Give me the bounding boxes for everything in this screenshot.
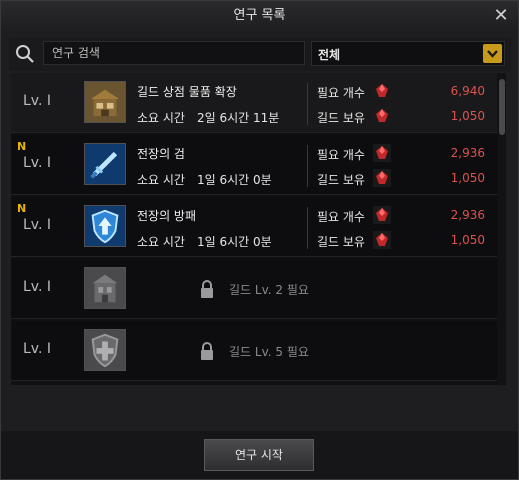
divider: [307, 145, 308, 187]
time-label: 소요 시간: [137, 173, 185, 187]
research-name: 길드 상점 물품 확장: [137, 85, 237, 99]
divider: [307, 207, 308, 249]
cost-owned-label: 길드 보유: [317, 173, 365, 187]
guild-shop-icon: [84, 81, 126, 123]
guild-gem-icon: [373, 82, 391, 100]
guild-gem-icon: [373, 107, 391, 125]
cost-owned-value: 1,050: [450, 171, 485, 185]
research-name: 전장의 검: [137, 147, 185, 161]
research-list-window: 연구 목록 ✕ 전체 Lv. I 길드 상점: [0, 0, 519, 480]
research-level: Lv. I: [23, 279, 52, 295]
research-level: Lv. I: [23, 93, 52, 109]
guild-gem-icon: [373, 206, 391, 224]
search-input[interactable]: [43, 41, 305, 65]
time-value: 1일 6시간 0분: [197, 235, 272, 249]
filter-selected: 전체: [318, 48, 341, 62]
research-level: Lv. I: [23, 155, 52, 171]
list-item[interactable]: Lv. I 길드 Lv. 2 필요: [11, 259, 497, 319]
research-level: Lv. I: [23, 217, 52, 233]
time-value: 2일 6시간 11분: [197, 111, 280, 125]
search-icon: [16, 45, 34, 63]
cost-owned-label: 길드 보유: [317, 111, 365, 125]
cost-owned-label: 길드 보유: [317, 235, 365, 249]
shield-arrow-icon: [84, 205, 126, 247]
start-research-button[interactable]: 연구 시작: [204, 439, 314, 471]
window-title: 연구 목록: [233, 8, 286, 23]
cost-required-label: 필요 개수: [317, 86, 365, 100]
list-item[interactable]: N Lv. I 전장의 검 소요 시간 1일 6시간 0분 필요 개수 2,93…: [11, 135, 497, 195]
lock-icon: [201, 280, 213, 298]
cost-required-label: 필요 개수: [317, 148, 365, 162]
building-icon: [84, 267, 126, 309]
research-name: 전장의 방패: [137, 209, 197, 223]
filter-dropdown[interactable]: 전체: [311, 41, 505, 66]
cost-owned-value: 1,050: [450, 109, 485, 123]
cost-required-value: 6,940: [450, 84, 485, 98]
list-item[interactable]: Lv. I 길드 Lv. 5 필요: [11, 321, 497, 381]
cost-required-value: 2,936: [450, 146, 485, 160]
cost-required-label: 필요 개수: [317, 210, 365, 224]
guild-gem-icon: [373, 169, 391, 187]
guild-gem-icon: [373, 144, 391, 162]
chevron-down-icon: [483, 44, 502, 63]
time-label: 소요 시간: [137, 235, 185, 249]
guild-gem-icon: [373, 231, 391, 249]
list-item[interactable]: N Lv. I 전장의 방패 소요 시간 1일 6시간 0분 필요 개수 2,9…: [11, 197, 497, 257]
close-icon[interactable]: ✕: [492, 7, 510, 25]
divider: [307, 83, 308, 125]
list-item[interactable]: Lv. I 길드 상점 물품 확장 소요 시간 2일 6시간 11분 필요 개수…: [11, 73, 497, 133]
cross-shield-icon: [84, 329, 126, 371]
titlebar: 연구 목록 ✕: [1, 1, 518, 33]
scrollbar-thumb[interactable]: [499, 79, 505, 135]
search-bar: 전체: [9, 37, 511, 71]
lock-requirement: 길드 Lv. 5 필요: [229, 345, 309, 359]
cost-owned-value: 1,050: [450, 233, 485, 247]
lock-requirement: 길드 Lv. 2 필요: [229, 283, 309, 297]
research-level: Lv. I: [23, 341, 52, 357]
cost-required-value: 2,936: [450, 208, 485, 222]
new-badge: N: [17, 202, 27, 215]
lock-icon: [201, 342, 213, 360]
research-list: Lv. I 길드 상점 물품 확장 소요 시간 2일 6시간 11분 필요 개수…: [11, 73, 506, 385]
new-badge: N: [17, 140, 27, 153]
time-value: 1일 6시간 0분: [197, 173, 272, 187]
sword-icon: [84, 143, 126, 185]
time-label: 소요 시간: [137, 111, 185, 125]
